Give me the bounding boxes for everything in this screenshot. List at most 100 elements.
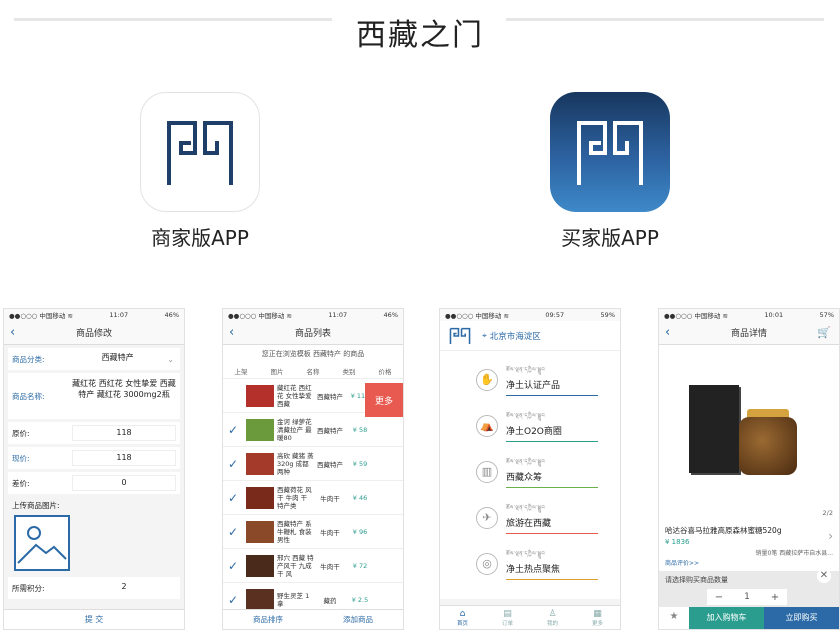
image-pager: 2/2	[822, 509, 833, 517]
field-label: 所需积分:	[12, 583, 45, 593]
product-image[interactable]: 2/2	[659, 345, 839, 521]
list-item[interactable]: ✓ 金诃 绿萝花 清藏拉产 最暖80 西藏特产 ¥ 58	[223, 413, 403, 447]
add-product-button[interactable]: 添加商品	[313, 610, 403, 629]
field-label: 现价:	[12, 453, 30, 463]
check-icon[interactable]: ✓	[223, 559, 243, 573]
clock: 11:07	[109, 311, 129, 319]
tab-mine[interactable]: ♙ 我的	[530, 606, 575, 629]
tibetan-label: ཆོས་ལྡན་དཀྱིལ་སྒྲུབ	[506, 459, 546, 465]
product-price: ¥ 58	[352, 425, 368, 434]
product-name: 西藏特产 系牛鞭札 食装 男性	[277, 519, 312, 544]
review-link[interactable]: 商品评价>>	[665, 558, 833, 567]
buyer-app[interactable]: 买家版APP	[485, 92, 735, 262]
form-row-category[interactable]: 商品分类: 西藏特产 ⌄	[8, 348, 180, 370]
menu-item-certified[interactable]: ✋ ཆོས་ལྡན་དཀྱིལ་སྒྲུབ 净土认证产品	[440, 357, 620, 403]
category-select[interactable]: 西藏特产	[72, 351, 164, 367]
list-item[interactable]: ✓ 西藏荷花 风干 牛肉 干 特产类 牛肉干 ¥ 46	[223, 481, 403, 515]
check-icon[interactable]: ✓	[223, 593, 243, 607]
buy-now-button[interactable]: 立即购买	[764, 607, 839, 629]
check-icon[interactable]: ✓	[223, 491, 243, 505]
product-info[interactable]: 哈达谷喜马拉雅高原森林蜜糖520g ¥ 1836 销量0笔 西藏拉萨市自水县..…	[659, 521, 839, 571]
chevron-right-icon[interactable]: ›	[828, 529, 833, 543]
product-thumb	[246, 418, 274, 441]
form-row-current-price[interactable]: 现价: 118	[8, 447, 180, 469]
product-thumb	[246, 588, 274, 611]
honey-jar-image	[739, 417, 797, 475]
chevron-down-icon: ⌄	[167, 354, 174, 364]
product-category: 西藏特产	[317, 392, 343, 401]
col-header[interactable]: 类别	[331, 366, 367, 376]
diff-price-field[interactable]: 0	[72, 475, 176, 491]
buyer-app-icon[interactable]	[550, 92, 670, 212]
product-name: 藏红花 西红花 女性挚爱 西藏	[277, 383, 312, 408]
list-item[interactable]: ✓ 邢穴 西藏 特产风干 九成干 风 牛肉干 ¥ 72	[223, 549, 403, 583]
close-icon[interactable]: ✕	[817, 569, 831, 583]
carrier: ●●○○○ 中国移动 ≋	[445, 312, 509, 320]
check-icon[interactable]: ✓	[223, 423, 243, 437]
image-icon	[17, 526, 67, 564]
tab-home[interactable]: ⌂ 首页	[440, 606, 485, 629]
favorite-button[interactable]: ★	[659, 607, 689, 629]
quantity-stepper[interactable]: − 1 +	[707, 589, 787, 605]
points-field[interactable]: 2	[72, 580, 176, 596]
menu-item-hotspot[interactable]: ◎ ཆོས་ལྡན་དཀྱིལ་སྒྲུབ 净土热点聚焦	[440, 541, 620, 587]
nav-title: 商品列表	[294, 329, 331, 339]
tab-orders[interactable]: ▤ 订单	[485, 606, 530, 629]
sort-button[interactable]: 商品排序	[223, 610, 313, 629]
product-category: 牛肉干	[320, 562, 340, 571]
more-button[interactable]: 更多	[365, 383, 403, 417]
check-icon[interactable]: ✓	[223, 457, 243, 471]
menu-label: 净土热点聚焦	[506, 565, 561, 575]
form-row-name[interactable]: 商品名称: 藏红花 西红花 女性挚爱 西藏特产 藏红花 3000mg2瓶	[8, 373, 180, 419]
status-bar: ●●○○○ 中国移动 ≋ 11:07 46%	[223, 309, 403, 321]
col-header[interactable]: 价格	[367, 366, 403, 376]
plus-icon[interactable]: +	[763, 592, 787, 603]
product-box-image	[689, 385, 739, 473]
original-price-field[interactable]: 118	[72, 425, 176, 441]
tibetan-label: ཆོས་ལྡན་དཀྱིལ་སྒྲུབ	[506, 505, 546, 511]
back-icon[interactable]: ‹	[10, 325, 15, 340]
quantity-value[interactable]: 1	[735, 592, 759, 602]
form-row-diff-price[interactable]: 差价: 0	[8, 472, 180, 494]
status-bar: ●●○○○ 中国移动 ≋ 09:57 59%	[440, 309, 620, 321]
merchant-app-icon[interactable]	[140, 92, 260, 212]
menu-item-crowdfunding[interactable]: ▥ ཆོས་ལྡན་དཀྱིལ་སྒྲུབ 西藏众筹	[440, 449, 620, 495]
name-field[interactable]: 藏红花 西红花 女性挚爱 西藏特产 藏红花 3000mg2瓶	[72, 376, 176, 416]
tab-bar: ⌂ 首页 ▤ 订单 ♙ 我的 ▦ 更多	[440, 605, 620, 629]
tibetan-label: ཆོས་ལྡན་དཀྱིལ་སྒྲུབ	[506, 367, 546, 373]
menu-item-travel[interactable]: ✈ ཆོས་ལྡན་དཀྱིལ་སྒྲུབ 旅游在西藏	[440, 495, 620, 541]
col-header: 图片	[270, 367, 284, 376]
merchant-app[interactable]: 商家版APP	[75, 92, 325, 262]
back-icon[interactable]: ‹	[665, 325, 670, 340]
submit-button[interactable]: 提 交	[4, 609, 184, 629]
field-label: 差价:	[12, 478, 30, 488]
navbar: ‹ 商品详情 🛒	[659, 321, 839, 345]
battery: 46%	[164, 311, 179, 319]
location-bar[interactable]: ⌖ 北京市海淀区	[440, 321, 620, 351]
form-row-original-price[interactable]: 原价: 118	[8, 422, 180, 444]
battery: 57%	[819, 311, 834, 319]
current-price-field[interactable]: 118	[72, 450, 176, 466]
tibetan-label: ཆོས་ལྡན་དཀྱིལ་སྒྲུབ	[506, 551, 546, 557]
image-upload-icon[interactable]	[14, 515, 70, 571]
cart-icon[interactable]: 🛒	[817, 326, 831, 339]
list-item[interactable]: ✓ 高砍 藏猪 蒸320g 成都两种 西藏特产 ¥ 59	[223, 447, 403, 481]
status-bar: ●●○○○ 中国移动 ≋ 11:07 46%	[4, 309, 184, 321]
tab-more[interactable]: ▦ 更多	[575, 606, 620, 629]
menu-item-o2o[interactable]: ⛺ ཆོས་ལྡན་དཀྱིལ་སྒྲུབ 净土O2O商圈	[440, 403, 620, 449]
check-icon[interactable]: ✓	[223, 525, 243, 539]
tibetan-label: ཆོས་ལྡན་དཀྱིལ་སྒྲུབ	[506, 413, 546, 419]
minus-icon[interactable]: −	[707, 592, 731, 603]
list-item[interactable]: ✓ 西藏特产 系牛鞭札 食装 男性 牛肉干 ¥ 96	[223, 515, 403, 549]
back-icon[interactable]: ‹	[229, 325, 234, 340]
location-text[interactable]: 北京市海淀区	[490, 330, 541, 342]
add-to-cart-button[interactable]: 加入购物车	[689, 607, 764, 629]
form-row-points[interactable]: 所需积分: 2	[8, 577, 180, 599]
product-price: ¥ 59	[352, 459, 368, 468]
clock: 09:57	[545, 311, 565, 319]
plane-icon: ✈	[476, 507, 498, 529]
buyer-app-label: 买家版APP	[561, 226, 659, 250]
document-icon: ▤	[503, 609, 512, 619]
grid-icon: ▦	[593, 609, 602, 619]
phone-product-list: ●●○○○ 中国移动 ≋ 11:07 46% ‹ 商品列表 您正在浏览模板 西藏…	[222, 308, 404, 630]
